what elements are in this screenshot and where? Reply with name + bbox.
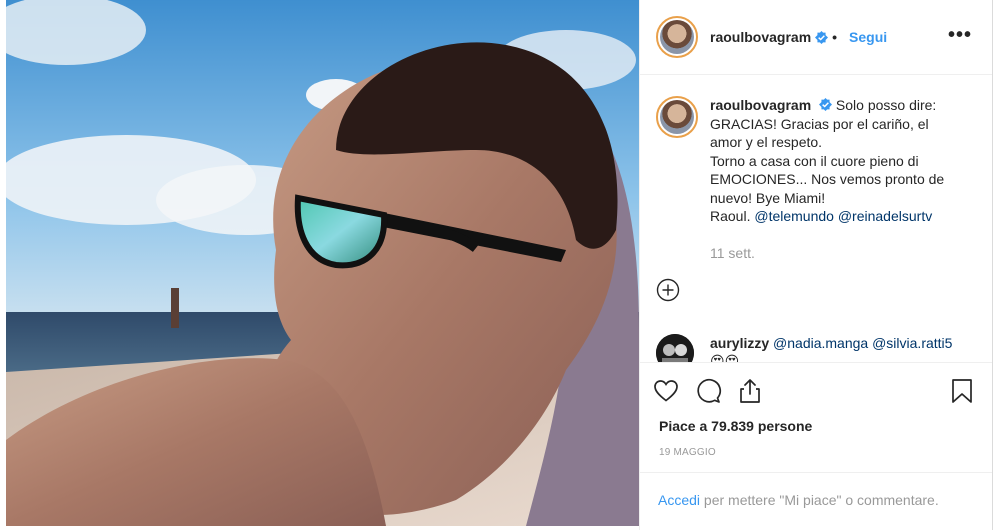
likes-count[interactable]: Piace a 79.839 persone <box>659 418 812 434</box>
separator-dot: • <box>832 29 838 45</box>
post-date[interactable]: 19 MAGGIO <box>659 447 716 458</box>
post-header: raoulbovagram • Segui ••• <box>640 0 992 75</box>
heart-icon[interactable] <box>652 377 680 405</box>
author-username[interactable]: raoulbovagram <box>710 29 811 45</box>
post-side-panel: raoulbovagram • Segui ••• raoulbovagram … <box>639 0 993 530</box>
post-photo[interactable] <box>6 0 639 526</box>
mention-link-silvia[interactable]: @silvia.ratti5 <box>872 335 952 351</box>
caption-line: amor y el respeto. <box>710 134 823 150</box>
share-icon[interactable] <box>736 377 764 405</box>
more-options-icon[interactable]: ••• <box>948 24 972 47</box>
post-photo-illustration <box>6 0 639 526</box>
comment-text: aurylizzy @nadia.manga @silvia.ratti5 😍😍 <box>710 334 952 362</box>
verified-badge-icon <box>819 98 833 111</box>
commenter-avatar[interactable] <box>656 334 694 362</box>
caption-line: EMOCIONES... Nos vemos pronto de <box>710 171 945 187</box>
bookmark-icon[interactable] <box>948 377 976 405</box>
comment-icon[interactable] <box>694 377 722 405</box>
caption-line: Raoul. <box>710 208 755 224</box>
mention-link-telemundo[interactable]: @telemundo <box>754 208 834 224</box>
caption-line: Solo posso dire: <box>835 97 937 113</box>
caption-username[interactable]: raoulbovagram <box>710 97 811 113</box>
caption-author-avatar[interactable] <box>656 96 698 138</box>
login-prompt: Accedi per mettere "Mi piace" o commenta… <box>640 472 992 530</box>
author-avatar[interactable] <box>656 16 698 58</box>
caption-line: Torno a casa con il cuore pieno di <box>710 152 919 169</box>
follow-button[interactable]: Segui <box>849 29 887 45</box>
mention-link-reinadelsurtv[interactable]: @reinadelsurtv <box>838 208 932 224</box>
caption-text: raoulbovagram Solo posso dire: GRACIAS! … <box>710 96 944 262</box>
caption-line: GRACIAS! Gracias por el cariño, el <box>710 115 929 132</box>
commenter-avatar-graphic <box>656 334 694 362</box>
caption-time-ago[interactable]: 11 sett. <box>710 244 944 263</box>
post-caption: raoulbovagram Solo posso dire: GRACIAS! … <box>656 96 986 262</box>
load-more-comments-icon[interactable] <box>656 278 680 302</box>
comment-emoji: 😍😍 <box>710 353 740 362</box>
comment-item: aurylizzy @nadia.manga @silvia.ratti5 😍😍 <box>656 334 986 362</box>
login-link[interactable]: Accedi <box>658 492 700 508</box>
mention-link-nadia[interactable]: @nadia.manga <box>773 335 868 351</box>
instagram-post-modal: raoulbovagram • Segui ••• raoulbovagram … <box>0 0 996 530</box>
login-prompt-text: per mettere "Mi piace" o commentare. <box>700 492 939 508</box>
verified-badge-icon <box>815 30 829 44</box>
commenter-username[interactable]: aurylizzy <box>710 335 769 351</box>
post-actions: Piace a 79.839 persone 19 MAGGIO <box>640 362 992 472</box>
caption-line: nuevo! Bye Miami! <box>710 189 826 206</box>
